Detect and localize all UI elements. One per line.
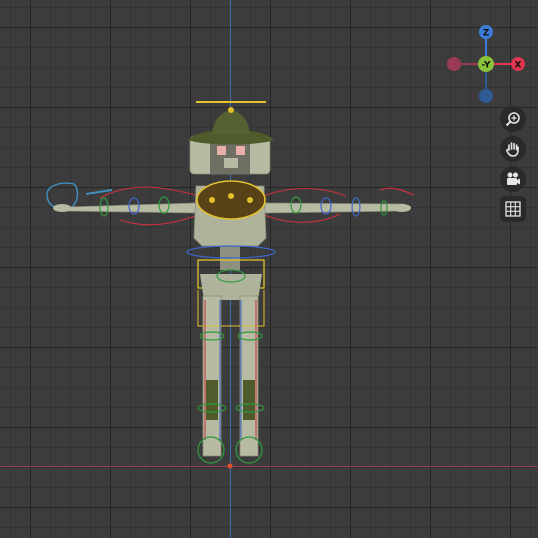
left-boot bbox=[206, 380, 218, 420]
left-hand-bone[interactable] bbox=[85, 189, 113, 195]
zoom-icon bbox=[505, 112, 520, 127]
3d-viewport[interactable]: Z X -Y bbox=[0, 0, 538, 538]
right-eye bbox=[236, 146, 245, 155]
svg-text:X: X bbox=[515, 61, 522, 71]
hat-tip-dot bbox=[228, 107, 234, 113]
gizmo-neg-x[interactable] bbox=[447, 57, 461, 71]
pan-button[interactable] bbox=[500, 136, 526, 162]
left-arm-ik-curve[interactable] bbox=[99, 186, 197, 199]
ortho-grid-button[interactable] bbox=[500, 196, 526, 222]
pan-hand-icon bbox=[506, 142, 519, 157]
chest-dot-right bbox=[247, 197, 253, 203]
grid-icon bbox=[505, 201, 521, 217]
chest-dot-center bbox=[228, 193, 234, 199]
svg-text:Z: Z bbox=[483, 29, 490, 39]
camera-view-button[interactable] bbox=[500, 166, 526, 192]
right-boot bbox=[243, 380, 255, 420]
right-hand[interactable] bbox=[393, 204, 411, 212]
left-hand[interactable] bbox=[53, 204, 71, 212]
hat-crown[interactable] bbox=[212, 110, 250, 134]
gizmo-neg-z[interactable] bbox=[479, 89, 493, 103]
navigation-gizmo[interactable]: Z X -Y bbox=[440, 20, 532, 108]
right-arm-pole-curve[interactable] bbox=[261, 213, 341, 223]
origin-point bbox=[227, 463, 233, 469]
mouth bbox=[224, 158, 238, 168]
camera-icon bbox=[507, 172, 520, 185]
left-leg[interactable] bbox=[202, 295, 222, 457]
face-visor bbox=[210, 140, 250, 174]
svg-text:-Y: -Y bbox=[482, 61, 491, 71]
right-hand-control[interactable] bbox=[379, 187, 415, 196]
gizmo-x[interactable]: X bbox=[511, 57, 525, 71]
right-arm[interactable] bbox=[263, 202, 411, 214]
gizmo-z[interactable]: Z bbox=[479, 25, 493, 39]
chest-dot-left bbox=[209, 197, 215, 203]
right-leg[interactable] bbox=[239, 295, 259, 457]
left-eye bbox=[217, 146, 226, 155]
gizmo-neg-y[interactable]: -Y bbox=[478, 56, 494, 72]
zoom-button[interactable] bbox=[500, 106, 526, 132]
left-arm-pole-curve[interactable] bbox=[119, 213, 201, 226]
right-arm-ik-curve[interactable] bbox=[263, 187, 347, 197]
chest-control[interactable] bbox=[196, 180, 266, 220]
left-arm[interactable] bbox=[67, 202, 199, 214]
